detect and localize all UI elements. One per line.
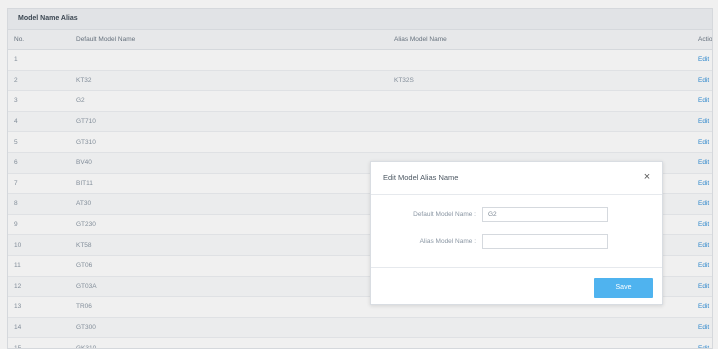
alias-model-row: Alias Model Name : bbox=[371, 234, 662, 250]
page: Model Name Alias No. Default Model Name … bbox=[0, 0, 718, 349]
close-icon[interactable]: × bbox=[640, 170, 654, 184]
alias-model-label: Alias Model Name : bbox=[419, 238, 476, 245]
alias-model-field[interactable] bbox=[482, 234, 608, 249]
dialog-footer: Save bbox=[371, 267, 662, 306]
edit-alias-dialog: Edit Model Alias Name × Default Model Na… bbox=[370, 161, 663, 305]
default-model-label: Default Model Name : bbox=[413, 211, 476, 218]
dialog-title: Edit Model Alias Name bbox=[383, 173, 459, 182]
dialog-header: Edit Model Alias Name × bbox=[371, 162, 662, 195]
default-model-field[interactable] bbox=[482, 207, 608, 222]
save-button[interactable]: Save bbox=[594, 278, 653, 298]
default-model-row: Default Model Name : bbox=[371, 207, 662, 223]
